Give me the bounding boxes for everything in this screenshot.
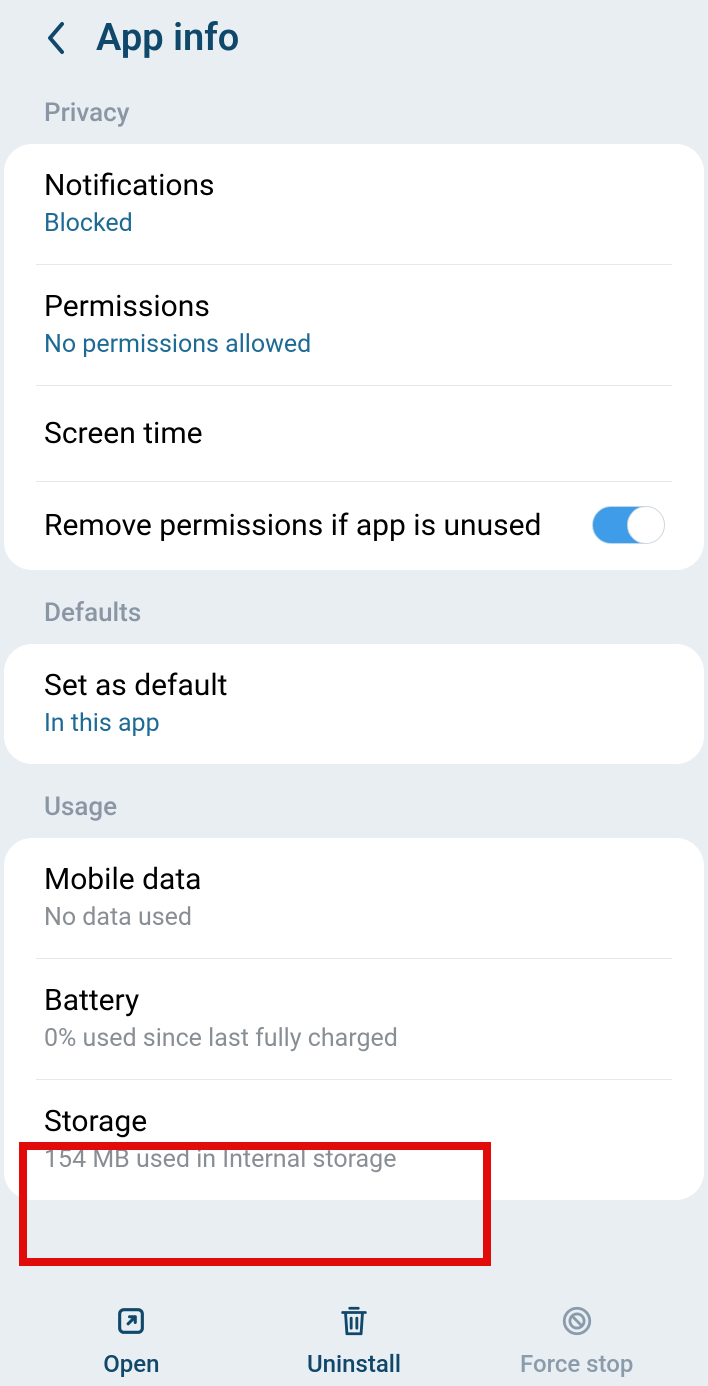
notifications-subtitle: Blocked [44,209,664,238]
force-stop-label: Force stop [520,1350,633,1378]
open-button[interactable]: Open [20,1302,243,1378]
battery-subtitle: 0% used since last fully charged [44,1024,664,1053]
section-header-privacy: Privacy [0,88,708,144]
permissions-row[interactable]: Permissions No permissions allowed [4,265,704,385]
set-default-title: Set as default [44,668,664,703]
mobile-data-subtitle: No data used [44,903,664,932]
mobile-data-row[interactable]: Mobile data No data used [4,838,704,958]
screentime-row[interactable]: Screen time [4,386,704,481]
storage-subtitle: 154 MB used in Internal storage [44,1145,664,1174]
storage-title: Storage [44,1104,664,1139]
notifications-title: Notifications [44,168,664,203]
prohibit-icon [558,1302,596,1340]
bottom-bar: Open Uninstall Force stop [0,1284,708,1386]
battery-row[interactable]: Battery 0% used since last fully charged [4,959,704,1079]
defaults-card: Set as default In this app [4,644,704,764]
section-header-usage: Usage [0,764,708,838]
set-default-row[interactable]: Set as default In this app [4,644,704,764]
permissions-title: Permissions [44,289,664,324]
set-default-subtitle: In this app [44,709,664,738]
screentime-title: Screen time [44,416,664,451]
open-label: Open [103,1350,159,1378]
remove-permissions-toggle[interactable] [592,506,664,544]
remove-permissions-title: Remove permissions if app is unused [44,508,541,543]
uninstall-button[interactable]: Uninstall [243,1302,466,1378]
force-stop-button[interactable]: Force stop [465,1302,688,1378]
trash-icon [335,1302,373,1340]
open-icon [112,1302,150,1340]
notifications-row[interactable]: Notifications Blocked [4,144,704,264]
permissions-subtitle: No permissions allowed [44,330,664,359]
back-icon[interactable] [44,20,68,56]
battery-title: Battery [44,983,664,1018]
section-header-defaults: Defaults [0,570,708,644]
toggle-knob [627,506,665,544]
usage-card: Mobile data No data used Battery 0% used… [4,838,704,1200]
uninstall-label: Uninstall [307,1350,401,1378]
privacy-card: Notifications Blocked Permissions No per… [4,144,704,570]
page-title: App info [96,16,239,60]
remove-permissions-row[interactable]: Remove permissions if app is unused [4,482,704,570]
header: App info [0,0,708,88]
storage-row[interactable]: Storage 154 MB used in Internal storage [4,1080,704,1200]
mobile-data-title: Mobile data [44,862,664,897]
